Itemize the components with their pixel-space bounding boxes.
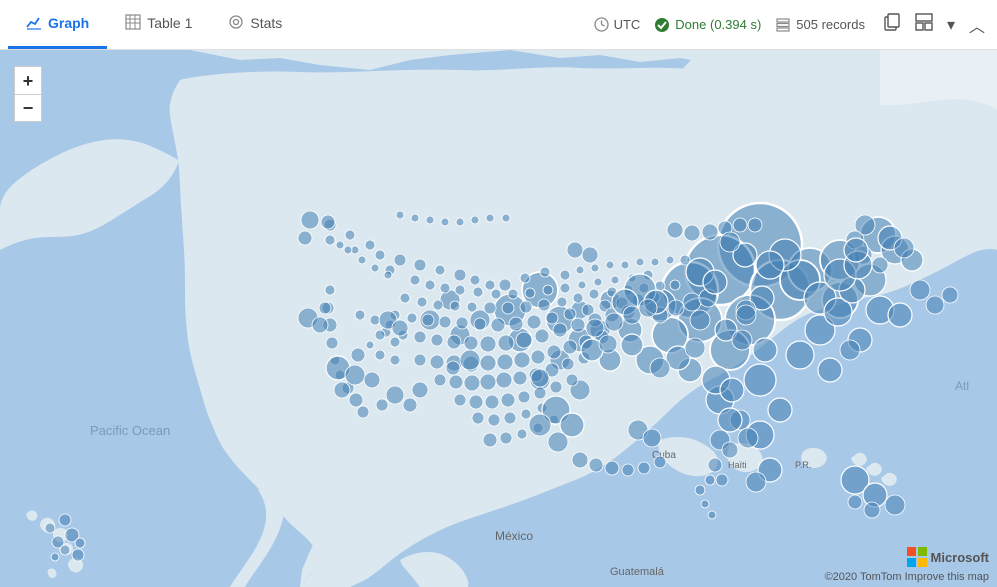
records-icon xyxy=(775,17,791,33)
tab-graph[interactable]: Graph xyxy=(8,0,107,49)
utc-label: UTC xyxy=(614,17,641,32)
chevron-down-icon[interactable]: ▾ xyxy=(943,13,959,37)
zoom-in-button[interactable]: + xyxy=(14,66,42,94)
done-badge: Done (0.394 s) xyxy=(654,17,761,33)
microsoft-logo: Microsoft xyxy=(907,547,990,567)
check-icon xyxy=(654,17,670,33)
records-badge: 505 records xyxy=(775,17,865,33)
header-action-icons: ▾ ︿ xyxy=(879,11,989,39)
microsoft-text: Microsoft xyxy=(931,550,990,565)
tab-stats[interactable]: Stats xyxy=(210,0,300,49)
utc-badge: UTC xyxy=(594,17,641,32)
records-label: 505 records xyxy=(796,17,865,32)
clock-icon xyxy=(594,17,609,32)
map-controls: + − xyxy=(14,66,42,122)
header-bar: Graph Table 1 Stats UTC Done (0.394 s) 5… xyxy=(0,0,997,50)
ms-red-square xyxy=(907,547,916,556)
layout-icon[interactable] xyxy=(911,11,937,38)
tab-table-label: Table 1 xyxy=(147,15,192,31)
ms-green-square xyxy=(918,547,927,556)
done-label: Done (0.394 s) xyxy=(675,17,761,32)
map-container: Pacific Ocean Atl México Cuba Haïti P.R.… xyxy=(0,50,997,587)
zoom-out-button[interactable]: − xyxy=(14,94,42,122)
bubble-map-svg: .bubble { fill: rgba(70,130,180,0.55); s… xyxy=(0,50,997,587)
collapse-icon[interactable]: ︿ xyxy=(965,11,989,39)
tab-stats-label: Stats xyxy=(250,15,282,31)
tab-table[interactable]: Table 1 xyxy=(107,0,210,49)
ms-yellow-square xyxy=(918,558,927,567)
header-right: UTC Done (0.394 s) 505 records ▾ ︿ xyxy=(594,11,989,39)
copy-icon[interactable] xyxy=(879,11,905,38)
graph-icon xyxy=(26,14,42,33)
tomtom-credit[interactable]: ©2020 TomTom Improve this map xyxy=(825,571,989,583)
ms-blue-square xyxy=(907,558,916,567)
microsoft-grid-icon xyxy=(907,547,927,567)
table-icon xyxy=(125,14,141,33)
tab-graph-label: Graph xyxy=(48,15,89,31)
stats-icon xyxy=(228,14,244,33)
